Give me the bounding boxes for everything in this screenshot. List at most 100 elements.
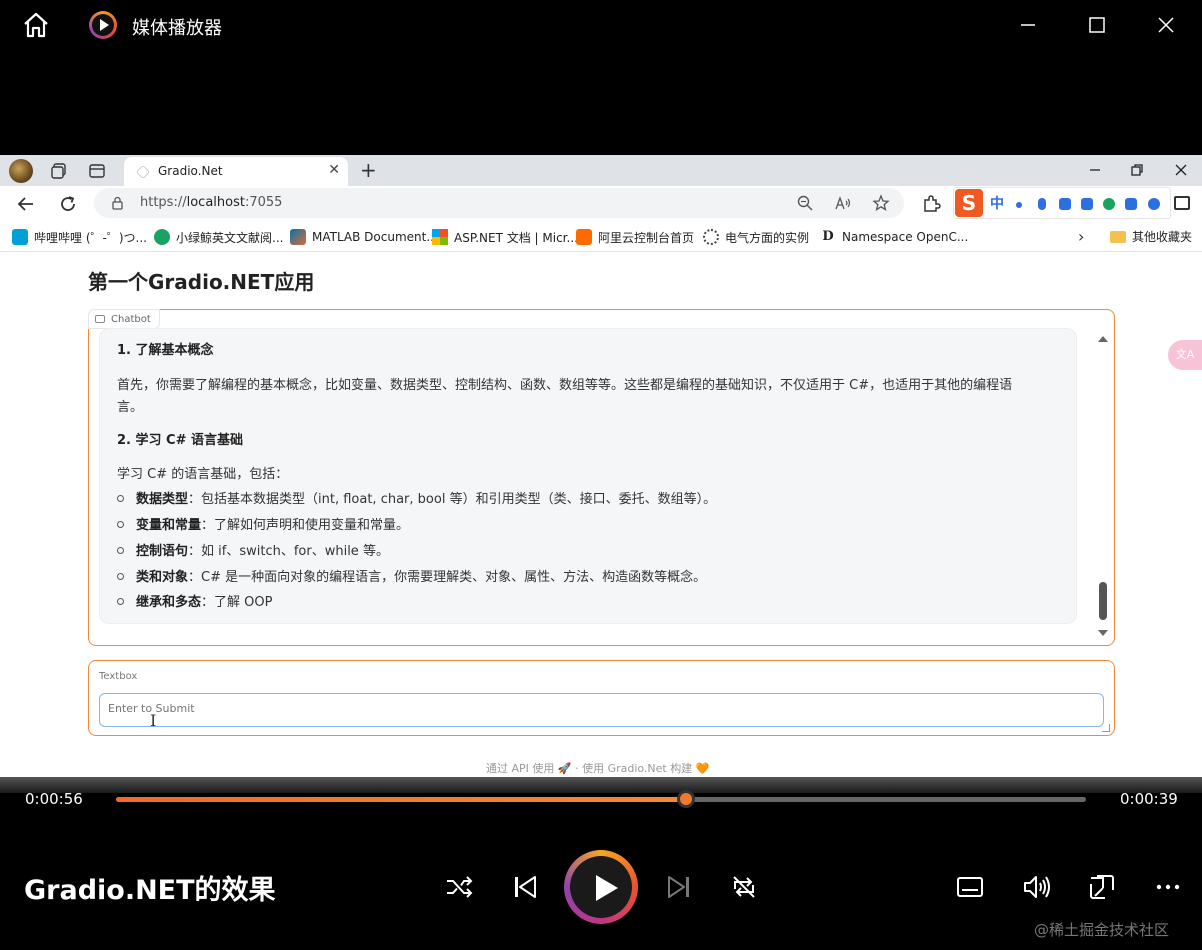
whale-icon xyxy=(154,229,170,245)
player-titlebar: 媒体播放器 xyxy=(0,0,1202,50)
bookmark-item[interactable]: 阿里云控制台首页 xyxy=(576,228,694,246)
list-item: 类和对象：C# 是一种面向对象的编程语言，你需要理解类、对象、属性、方法、构造函… xyxy=(117,566,706,585)
message-paragraph: 首先，你需要了解编程的基本概念，比如变量、数据类型、控制结构、函数、数组等等。这… xyxy=(117,378,1013,393)
volume-icon[interactable] xyxy=(1021,872,1051,902)
browser-minimize-icon[interactable] xyxy=(1086,161,1104,179)
message-heading: 2. 学习 C# 语言基础 xyxy=(117,433,243,448)
other-bookmarks-folder[interactable]: 其他收藏夹 xyxy=(1110,228,1192,245)
remaining-time: 0:00:39 xyxy=(1120,790,1178,808)
zoom-icon[interactable] xyxy=(796,194,814,212)
back-icon[interactable] xyxy=(16,194,36,214)
list-item: 变量和常量：了解如何声明和使用变量和常量。 xyxy=(117,514,409,533)
toolbox-icon[interactable] xyxy=(1125,198,1137,210)
textbox-panel: Textbox xyxy=(88,660,1115,736)
chat-scrollbar[interactable] xyxy=(1098,336,1108,636)
browser-window: Gradio.Net ✕ + https://localhost:7055 S … xyxy=(0,155,1202,777)
read-aloud-icon[interactable] xyxy=(834,194,852,212)
close-icon[interactable] xyxy=(1155,14,1177,36)
profile-avatar[interactable] xyxy=(9,159,33,183)
aliyun-icon xyxy=(576,229,592,245)
tab-actions-icon[interactable] xyxy=(88,162,106,180)
collections-icon[interactable] xyxy=(50,162,68,180)
textbox-label: Textbox xyxy=(99,671,138,682)
ime-language-toggle[interactable]: 中 xyxy=(990,193,1004,213)
player-title: 媒体播放器 xyxy=(132,18,222,39)
tab-strip: Gradio.Net ✕ + xyxy=(0,155,1202,186)
lock-icon[interactable] xyxy=(112,196,123,210)
bookmark-item[interactable]: 哔哩哔哩 (゜-゜)つ... xyxy=(12,228,147,246)
bookmarks-bar: 哔哩哔哩 (゜-゜)つ... 小绿鲸英文文献阅... MATLAB Docume… xyxy=(0,222,1202,252)
seek-bar[interactable] xyxy=(116,790,1086,808)
d-icon: D xyxy=(820,229,836,245)
page-favicon-icon xyxy=(136,165,150,179)
ime-settings-icon[interactable] xyxy=(1148,198,1160,210)
new-tab-icon[interactable]: + xyxy=(360,158,377,182)
scroll-down-icon[interactable] xyxy=(1098,630,1108,636)
sidebar-toggle-icon[interactable] xyxy=(1174,196,1190,210)
controls-divider xyxy=(0,777,1202,793)
play-button[interactable] xyxy=(564,850,638,924)
punctuation-icon[interactable] xyxy=(1016,202,1022,208)
browser-toolbar: https://localhost:7055 S 中 xyxy=(0,186,1202,222)
message-heading: 1. 了解基本概念 xyxy=(117,343,214,358)
bookmark-item[interactable]: MATLAB Document... xyxy=(290,228,438,246)
bookmark-item[interactable]: 电气方面的实例 xyxy=(703,228,809,246)
play-icon xyxy=(596,875,618,901)
text-cursor-icon: I xyxy=(150,711,157,730)
previous-icon[interactable] xyxy=(510,872,540,902)
extensions-icon[interactable] xyxy=(921,194,941,214)
elapsed-time: 0:00:56 xyxy=(25,790,83,808)
scrollbar-thumb[interactable] xyxy=(1099,582,1107,620)
scroll-up-icon[interactable] xyxy=(1098,336,1108,342)
tab-close-icon[interactable]: ✕ xyxy=(328,162,340,178)
seek-handle[interactable] xyxy=(677,790,696,808)
keyboard-icon[interactable] xyxy=(1059,198,1071,210)
message-paragraph: 学习 C# 的语言基础，包括： xyxy=(117,467,289,482)
message-paragraph: 言。 xyxy=(117,400,144,415)
resize-handle-icon[interactable] xyxy=(1102,724,1110,732)
next-icon[interactable] xyxy=(664,872,694,902)
watermark: @稀土掘金技术社区 xyxy=(1034,921,1170,939)
sogou-ime-icon[interactable]: S xyxy=(955,189,983,217)
chevron-right-icon[interactable]: › xyxy=(1078,227,1084,246)
favorite-star-icon[interactable] xyxy=(872,194,890,212)
chat-icon xyxy=(95,315,105,323)
repeat-icon[interactable] xyxy=(729,872,759,902)
tab-gradio-net[interactable]: Gradio.Net ✕ xyxy=(124,157,348,186)
page-title: 第一个Gradio.NET应用 xyxy=(88,270,315,294)
message-input[interactable] xyxy=(99,693,1104,727)
address-bar[interactable]: https://localhost:7055 xyxy=(94,188,904,218)
media-player-window: 媒体播放器 Gradio.Net ✕ + https://localhost:7… xyxy=(0,0,1202,950)
skin-icon[interactable] xyxy=(1081,198,1093,210)
page-content: 第一个Gradio.NET应用 Chatbot 1. 了解基本概念 首先，你需要… xyxy=(0,252,1202,777)
list-item: 控制语句：如 if、switch、for、while 等。 xyxy=(117,540,389,559)
gear-icon xyxy=(703,229,719,245)
bilibili-icon xyxy=(12,229,28,245)
translate-icon[interactable]: 文A xyxy=(1168,340,1202,370)
emoji-icon[interactable] xyxy=(1103,198,1115,210)
more-options-icon[interactable] xyxy=(1153,872,1183,902)
seek-progress xyxy=(116,797,687,802)
chat-message-bubble: 1. 了解基本概念 首先，你需要了解编程的基本概念，比如变量、数据类型、控制结构… xyxy=(99,328,1077,624)
browser-restore-icon[interactable] xyxy=(1128,161,1146,179)
bookmark-item[interactable]: ASP.NET 文档 | Micr... xyxy=(432,228,578,246)
microphone-icon[interactable] xyxy=(1038,198,1046,210)
refresh-icon[interactable] xyxy=(58,194,78,214)
minimize-icon[interactable] xyxy=(1017,14,1039,36)
list-item: 继承和多态：了解 OOP xyxy=(117,591,272,610)
maximize-icon[interactable] xyxy=(1086,14,1108,36)
mini-player-icon[interactable] xyxy=(1087,872,1117,902)
home-icon[interactable] xyxy=(22,12,50,38)
chatbot-panel: Chatbot 1. 了解基本概念 首先，你需要了解编程的基本概念，比如变量、数… xyxy=(88,309,1115,646)
url-text[interactable]: https://localhost:7055 xyxy=(140,195,282,210)
microsoft-icon xyxy=(432,229,448,245)
browser-close-icon[interactable] xyxy=(1172,161,1190,179)
now-playing-title: Gradio.NET的效果 xyxy=(24,875,276,906)
matlab-icon xyxy=(290,229,306,245)
shuffle-icon[interactable] xyxy=(444,872,474,902)
bookmark-item[interactable]: 小绿鲸英文文献阅... xyxy=(154,228,283,246)
tab-title: Gradio.Net xyxy=(158,164,223,178)
subtitles-icon[interactable] xyxy=(955,872,985,902)
page-footer[interactable]: 通过 API 使用 🚀 · 使用 Gradio.Net 构建 🧡 xyxy=(486,760,709,776)
bookmark-item[interactable]: D Namespace OpenC... xyxy=(820,228,968,246)
